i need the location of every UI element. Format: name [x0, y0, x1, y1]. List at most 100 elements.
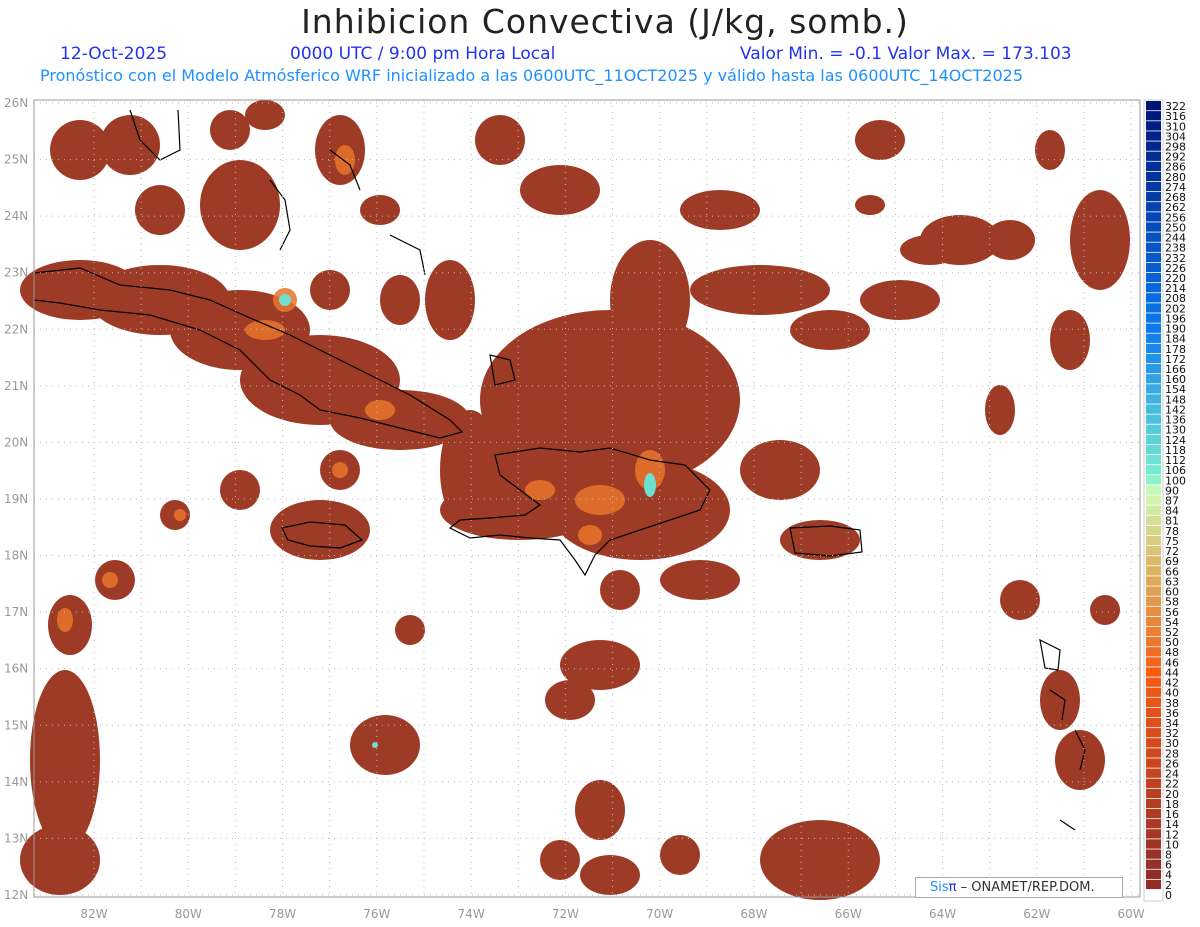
colorbar-swatch [1146, 535, 1161, 546]
colorbar-swatch [1146, 434, 1161, 445]
colorbar-swatch [1146, 171, 1161, 182]
credit-text: – ONAMET/REP.DOM. [956, 880, 1095, 895]
cin-region [660, 560, 740, 600]
lat-label: 22N [4, 322, 28, 336]
colorbar-swatch [1146, 707, 1161, 718]
lat-label: 23N [4, 266, 28, 280]
colorbar-swatch [1146, 202, 1161, 212]
forecast-time: 0000 UTC / 9:00 pm Hora Local [290, 44, 556, 64]
colorbar-swatch [1146, 384, 1161, 394]
cin-region [540, 840, 580, 880]
lon-label: 74W [458, 907, 485, 921]
cin-region [200, 160, 280, 250]
lon-label: 80W [175, 907, 202, 921]
colorbar-swatch [1146, 566, 1161, 576]
lat-label: 26N [4, 96, 28, 110]
cin-high-region [575, 485, 625, 515]
colorbar-swatch [1146, 283, 1161, 293]
model-subtitle: Pronóstico con el Modelo Atmósferico WRF… [40, 66, 1024, 85]
colorbar-swatch [1146, 252, 1161, 263]
colorbar-swatch [1146, 465, 1161, 475]
colorbar-swatch [1146, 181, 1161, 192]
cin-region [425, 260, 475, 340]
cin-map: 26N 25N 24N 23N 22N 21N 20N 19N 18N 17N 16N 15N 14N 1… [4, 96, 1186, 921]
colorbar-swatch [1146, 819, 1161, 829]
colorbar-swatch [1146, 111, 1161, 121]
colorbar-swatch [1146, 576, 1161, 586]
colorbar-swatch [1146, 141, 1161, 151]
cin-region [30, 670, 100, 850]
cin-region [20, 825, 100, 895]
colorbar-swatch [1146, 556, 1161, 566]
colorbar-swatch [1146, 374, 1161, 384]
credit-sis: Sis [930, 880, 949, 895]
colorbar-swatch [1146, 475, 1161, 485]
colorbar-swatch [1146, 353, 1161, 364]
lat-label: 20N [4, 435, 28, 449]
colorbar-swatch [1146, 212, 1161, 222]
colorbar-swatch [1146, 293, 1161, 303]
cin-high-region [365, 400, 395, 420]
colorbar-swatch [1146, 454, 1161, 465]
cin-region [985, 385, 1015, 435]
cin-region [1035, 130, 1065, 170]
colorbar-swatch [1146, 879, 1161, 890]
map-title: Inhibicion Convectiva (J/kg, somb.) [301, 2, 909, 41]
cin-region [860, 280, 940, 320]
cin-region [245, 100, 285, 130]
lat-label: 16N [4, 662, 28, 676]
lat-label: 19N [4, 492, 28, 506]
cin-region [760, 820, 880, 900]
colorbar-swatch [1146, 232, 1161, 242]
lon-label: 66W [835, 907, 862, 921]
lon-label: 62W [1023, 907, 1050, 921]
lat-label: 25N [4, 153, 28, 167]
colorbar-swatch [1146, 414, 1161, 424]
colorbar-swatch [1146, 758, 1161, 768]
cin-region [580, 855, 640, 895]
colorbar-label: 0 [1165, 889, 1172, 902]
cin-region [135, 185, 185, 235]
colorbar-swatch [1146, 222, 1161, 232]
cin-peak [644, 473, 656, 497]
colorbar-swatch [1146, 667, 1161, 677]
colorbar-swatch [1146, 657, 1161, 667]
colorbar-swatch [1146, 728, 1161, 738]
colorbar-swatch [1146, 859, 1161, 869]
colorbar-swatch [1146, 242, 1161, 252]
colorbar-swatch [1146, 394, 1161, 404]
colorbar-swatch [1146, 717, 1161, 728]
colorbar-swatch [1146, 748, 1161, 758]
cin-region [520, 165, 600, 215]
colorbar-swatch [1146, 303, 1161, 313]
colorbar-swatch [1146, 262, 1161, 273]
colorbar: 3223163103042982922862802742682622562502… [1143, 99, 1186, 902]
lon-label: 76W [363, 907, 390, 921]
lat-label: 17N [4, 605, 28, 619]
min-max-values: Valor Min. = -0.1 Valor Max. = 173.103 [740, 44, 1072, 64]
colorbar-swatch [1146, 495, 1161, 505]
colorbar-swatch [1146, 606, 1161, 617]
colorbar-swatch [1146, 343, 1161, 354]
colorbar-swatch [1146, 151, 1161, 161]
latitude-labels: 26N 25N 24N 23N 22N 21N 20N 19N 18N 17N 16N 15N 14N 1… [4, 96, 28, 902]
cin-region [210, 110, 250, 150]
cin-peak [279, 294, 291, 306]
cin-high-region [102, 572, 118, 588]
cin-high-region [174, 509, 186, 521]
cin-region [790, 310, 870, 350]
colorbar-swatch [1146, 546, 1161, 556]
cin-region [395, 615, 425, 645]
colorbar-swatch [1146, 333, 1161, 343]
cin-region [270, 500, 370, 560]
colorbar-swatch [1146, 687, 1161, 697]
cin-region [575, 780, 625, 840]
colorbar-swatch [1146, 738, 1161, 748]
colorbar-swatch [1146, 505, 1161, 515]
cin-region [1000, 580, 1040, 620]
colorbar-swatch [1146, 869, 1161, 879]
lon-label: 82W [80, 907, 107, 921]
cin-high-region [332, 462, 348, 478]
colorbar-swatch [1146, 849, 1161, 859]
cin-region [985, 220, 1035, 260]
